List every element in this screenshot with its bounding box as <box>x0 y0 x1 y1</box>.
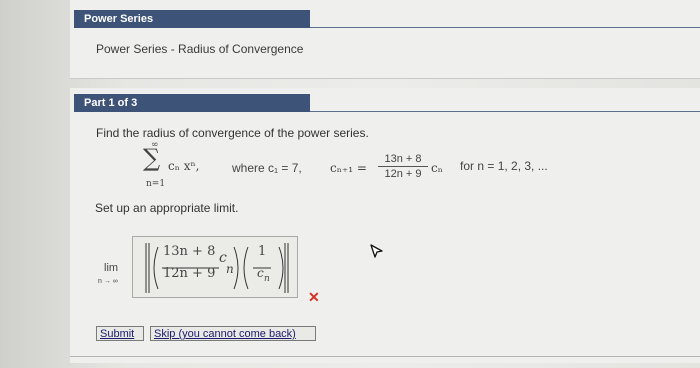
index-range: for n = 1, 2, 3, ... <box>460 159 548 173</box>
sum-symbol: ∑ <box>143 144 161 172</box>
part-bar-rule <box>310 111 700 112</box>
answer-frac1-numerator: 13n + 8 <box>163 244 216 259</box>
page-title: Power Series - Radius of Convergence <box>96 42 304 56</box>
section-bar-rule <box>310 27 700 28</box>
recurrence-tail: cₙ <box>431 161 443 175</box>
skip-button[interactable]: Skip (you cannot come back) <box>150 326 316 341</box>
answer-frac2-denominator-subscript: n <box>264 274 270 284</box>
header-card: Power Series Power Series - Radius of Co… <box>70 0 700 79</box>
answer-frac1-tail-subscript: n <box>226 262 234 276</box>
recurrence-denominator: 12n + 9 <box>384 168 422 180</box>
incorrect-icon: ✕ <box>308 289 320 305</box>
where-condition: where c₁ = 7, <box>232 161 302 175</box>
answer-frac2-numerator: 1 <box>258 244 267 259</box>
answer-frac2-denominator: c <box>257 266 264 280</box>
series-term: cₙ xⁿ, <box>168 159 200 173</box>
recurrence-lhs: cₙ₊₁ = <box>330 161 367 175</box>
recurrence-fraction: 13n + 8 12n + 9 <box>378 153 428 180</box>
fraction-bar <box>378 166 428 167</box>
part-bar: Part 1 of 3 <box>74 94 310 112</box>
limit-subscript: n → ∞ <box>98 278 118 285</box>
sum-lower-limit: n=1 <box>146 179 166 189</box>
answer-expression-brackets <box>145 243 289 293</box>
instruction-text: Find the radius of convergence of the po… <box>96 126 369 140</box>
submit-button[interactable]: Submit <box>96 326 144 341</box>
cursor-icon <box>370 244 383 258</box>
answer-frac1-denominator: 12n + 9 <box>163 266 216 281</box>
section-bar: Power Series <box>74 10 310 28</box>
recurrence-numerator: 13n + 8 <box>384 153 422 165</box>
limit-label: lim <box>104 262 119 274</box>
limit-prompt: Set up an appropriate limit. <box>95 201 239 215</box>
page: Power Series Power Series - Radius of Co… <box>0 0 700 368</box>
footer-divider <box>70 356 700 357</box>
